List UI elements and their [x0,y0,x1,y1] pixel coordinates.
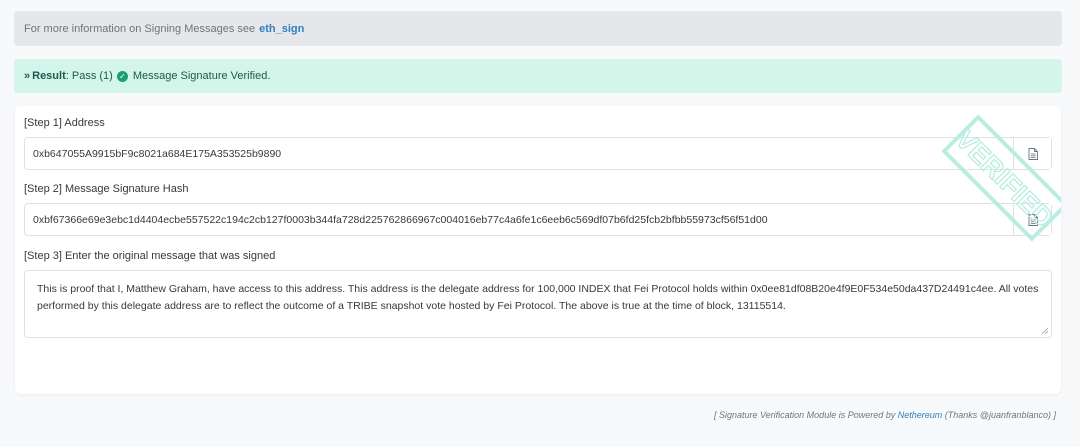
address-field[interactable]: 0xb647055A9915bF9c8021a684E175A353525b98… [24,137,1052,170]
eth-sign-link[interactable]: eth_sign [259,23,304,35]
footer-prefix: [ Signature Verification Module is Power… [713,410,896,420]
check-circle-icon: ✓ [116,70,128,82]
original-message-text[interactable]: This is proof that I, Matthew Graham, ha… [37,283,1038,312]
step3-label: [Step 3] Enter the original message that… [24,250,276,262]
document-icon [1028,147,1038,160]
footer: [ Signature Verification Module is Power… [714,410,1056,420]
signature-hash-field[interactable]: 0xbf67366e69e3ebc1d4404ecbe557522c194c2c… [24,203,1052,236]
verification-card: [Step 1] Address 0xb647055A9915bF9c8021a… [15,106,1061,394]
info-bar: For more information on Signing Messages… [14,11,1062,46]
footer-suffix: (Thanks @juanfranblanco) ] [944,410,1056,420]
nethereum-link[interactable]: Nethereum [898,410,943,420]
step2-label: [Step 2] Message Signature Hash [24,183,189,195]
double-chevron-right-icon: » [24,70,30,82]
signature-hash-value[interactable]: 0xbf67366e69e3ebc1d4404ecbe557522c194c2c… [25,214,1013,226]
copy-hash-button[interactable] [1013,204,1051,235]
result-status: : Pass (1) [65,70,113,82]
result-label: Result [32,70,66,82]
document-icon [1028,213,1038,226]
result-bar: » Result : Pass (1) ✓ Message Signature … [14,59,1062,93]
resize-grip-icon[interactable] [1041,327,1049,335]
address-value[interactable]: 0xb647055A9915bF9c8021a684E175A353525b98… [25,148,1013,160]
info-text: For more information on Signing Messages… [24,22,256,35]
original-message-textarea[interactable]: This is proof that I, Matthew Graham, ha… [24,270,1052,338]
step1-label: [Step 1] Address [24,117,105,129]
copy-address-button[interactable] [1013,138,1051,169]
result-message: Message Signature Verified. [132,70,271,82]
